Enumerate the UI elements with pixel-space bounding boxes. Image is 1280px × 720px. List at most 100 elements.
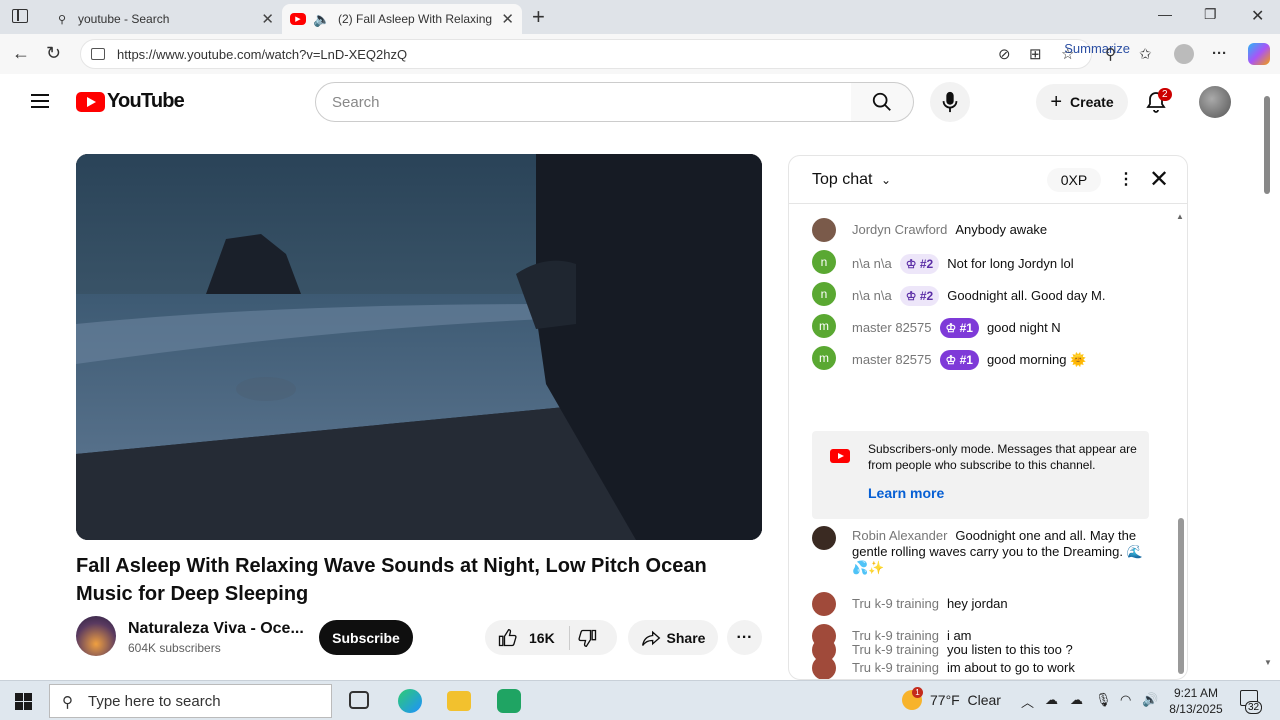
like-button[interactable]: 16K [497, 628, 555, 648]
subscribe-button[interactable]: Subscribe [319, 620, 413, 655]
site-info-icon[interactable] [91, 48, 105, 60]
scrollbar-thumb[interactable] [1264, 96, 1270, 194]
sidebar-toggle-icon[interactable] [12, 9, 28, 23]
chat-scrollbar-thumb[interactable] [1178, 518, 1184, 674]
edge-browser-icon[interactable] [398, 689, 422, 713]
message-author[interactable]: master 82575 [852, 320, 932, 335]
back-icon[interactable]: ← [12, 43, 30, 64]
copilot-icon[interactable] [1248, 43, 1270, 65]
message-text: you listen to this too ? [946, 642, 1073, 657]
extensions-icon[interactable]: ⚲ [1105, 45, 1116, 63]
weather-temp: 77°F [930, 692, 960, 708]
profile-icon[interactable] [1174, 44, 1194, 64]
chat-message: Tru k-9 training you listen to this too ? [812, 638, 1152, 662]
user-avatar[interactable] [812, 526, 836, 550]
youtube-logo[interactable]: YouTube [76, 90, 185, 113]
message-author[interactable]: Tru k-9 training [852, 596, 939, 611]
android-app-icon[interactable] [497, 689, 521, 713]
notification-count: 32 [1245, 701, 1263, 714]
user-avatar[interactable]: n [812, 250, 836, 274]
microphone-icon [942, 91, 958, 113]
settings-more-icon[interactable]: ··· [1212, 45, 1227, 62]
wifi-icon[interactable]: ◠ [1120, 692, 1131, 708]
message-author[interactable]: n\a n\a [852, 256, 892, 271]
learn-more-link[interactable]: Learn more [868, 485, 944, 501]
more-actions-icon[interactable]: ··· [727, 620, 762, 655]
share-button[interactable]: Share [628, 620, 718, 655]
browser-tab-youtube[interactable]: ▶ 🔈 (2) Fall Asleep With Relaxing ✕ [282, 4, 522, 34]
user-avatar[interactable] [812, 592, 836, 616]
user-avatar[interactable] [812, 638, 836, 662]
channel-avatar[interactable] [76, 616, 116, 656]
chat-message: m master 82575 ♔ #1 good morning 🌞 [812, 346, 1152, 370]
task-view-icon[interactable] [349, 691, 369, 709]
chat-message: Tru k-9 training im about to go to work [812, 656, 1152, 679]
restore-icon[interactable]: ❐ [1204, 6, 1217, 23]
rank-badge: ♔ #2 [899, 254, 940, 274]
cloud-icon[interactable]: ☁ [1070, 692, 1083, 708]
message-author[interactable]: Tru k-9 training [852, 642, 939, 657]
account-avatar[interactable] [1199, 86, 1231, 118]
favorites-icon[interactable]: ✩ [1139, 45, 1152, 63]
voice-search-button[interactable] [930, 82, 970, 122]
volume-icon[interactable]: 🔊 [1142, 692, 1158, 708]
message-author[interactable]: Jordyn Crawford [852, 222, 947, 237]
weather-widget[interactable]: 77°F Clear [930, 692, 1001, 708]
user-avatar[interactable]: n [812, 282, 836, 306]
chat-message: n n\a n\a ♔ #2 Goodnight all. Good day M. [812, 282, 1152, 306]
page-scrollbar[interactable] [1262, 96, 1272, 676]
message-author[interactable]: n\a n\a [852, 288, 892, 303]
address-bar[interactable]: https://www.youtube.com/watch?v=LnD-XEQ2… [80, 39, 1092, 69]
chat-more-icon[interactable]: ⋮ [1118, 169, 1134, 189]
divider [568, 625, 570, 650]
favorite-star-icon[interactable]: ☆ [1061, 45, 1074, 63]
close-tab-icon[interactable]: ✕ [261, 10, 274, 28]
chat-mode-dropdown[interactable]: Top chat ⌄ [812, 171, 891, 189]
chat-messages: Jordyn Crawford Anybody awake n n\a n\a ♔ … [789, 206, 1174, 679]
xp-badge[interactable]: 0XP [1047, 168, 1101, 192]
user-avatar[interactable] [812, 218, 836, 242]
microphone-icon[interactable]: 🎙 [1095, 692, 1112, 708]
cloud-sync-icon[interactable]: ☁ [1045, 692, 1058, 708]
chat-scrollbar[interactable] [1175, 212, 1187, 674]
taskbar-search-input[interactable]: ⚲ Type here to search [49, 684, 332, 718]
tray-overflow-icon[interactable]: ︿ [1021, 692, 1034, 711]
video-player[interactable] [76, 154, 762, 540]
user-avatar[interactable]: m [812, 314, 836, 338]
minimize-icon[interactable]: — [1158, 6, 1172, 22]
youtube-logo-icon [830, 449, 850, 463]
dislike-button[interactable] [578, 628, 598, 648]
create-label: Create [1070, 94, 1114, 110]
new-tab-icon[interactable]: + [532, 4, 545, 30]
speaker-icon[interactable]: 🔈 [313, 11, 330, 27]
menu-icon[interactable] [31, 94, 49, 108]
windows-start-icon[interactable] [15, 693, 32, 710]
share-label: Share [666, 629, 706, 646]
close-tab-icon[interactable]: ✕ [501, 10, 514, 28]
windows-taskbar: ⚲ Type here to search 1 77°F Clear ︿ ☁ ☁… [0, 680, 1280, 720]
clock-time: 9:21 AM [1173, 686, 1219, 700]
create-button[interactable]: + Create [1036, 84, 1128, 120]
search-button[interactable] [851, 82, 914, 122]
chat-message: m master 82575 ♔ #1 good night N [812, 314, 1152, 338]
search-input[interactable]: Search [315, 82, 852, 122]
chat-close-icon[interactable]: ✕ [1149, 165, 1169, 194]
apps-icon[interactable]: ⊞ [1029, 45, 1042, 63]
message-author[interactable]: master 82575 [852, 352, 932, 367]
system-clock[interactable]: 9:21 AM 8/13/2025 [1166, 685, 1226, 717]
scroll-down-arrow[interactable]: ▼ [1264, 658, 1272, 667]
search-icon: ⚲ [57, 13, 67, 26]
file-explorer-icon[interactable] [447, 691, 471, 711]
youtube-logo-icon [76, 91, 105, 112]
user-avatar[interactable]: m [812, 346, 836, 370]
window-close-icon[interactable]: ✕ [1251, 6, 1264, 26]
refresh-icon[interactable]: ↻ [46, 43, 61, 64]
tab-label: youtube - Search [78, 12, 170, 26]
translate-icon[interactable]: ⊘ [998, 45, 1011, 63]
youtube-header: YouTube Search + Create 2 [0, 74, 1280, 130]
chat-header: Top chat ⌄ 0XP ⋮ ✕ [789, 156, 1187, 204]
browser-tab-search[interactable]: ⚲ youtube - Search ✕ [44, 4, 282, 34]
message-author[interactable]: Robin Alexander [852, 528, 947, 543]
channel-name[interactable]: Naturaleza Viva - Oce... [128, 620, 304, 638]
message-author[interactable]: Tru k-9 training [852, 660, 939, 675]
